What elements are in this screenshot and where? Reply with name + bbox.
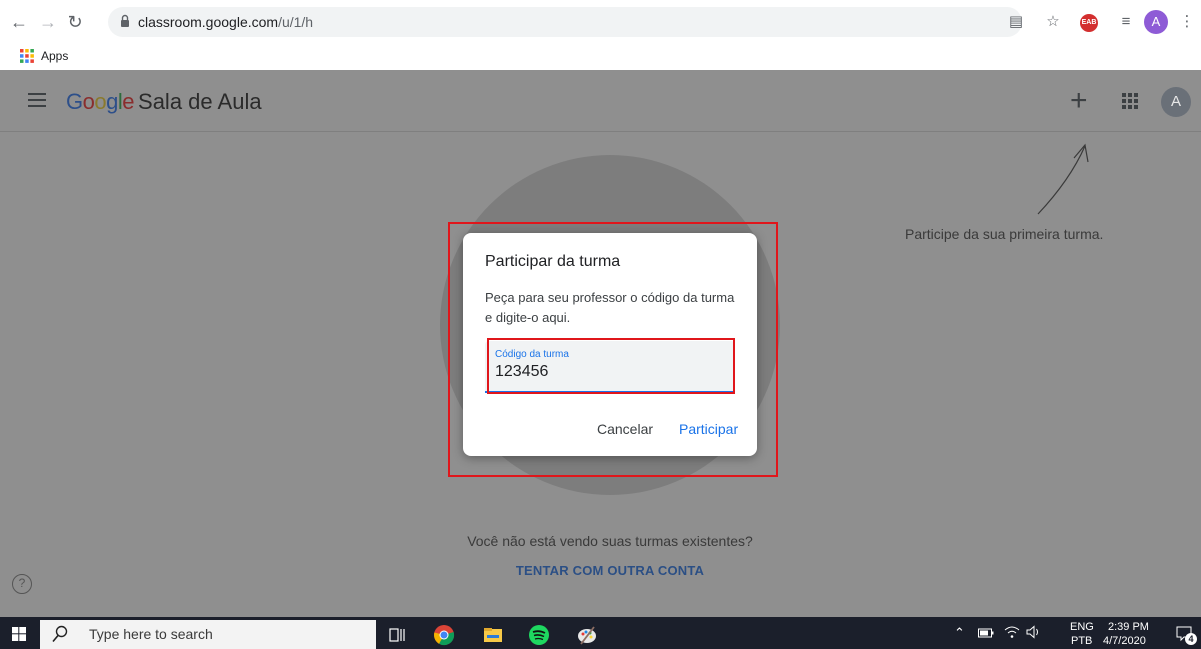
volume-icon[interactable] <box>1026 625 1042 639</box>
url-host: classroom.google.com <box>138 14 279 30</box>
pointer-arrow-icon <box>1037 143 1089 215</box>
url-path: /u/1/h <box>278 14 314 30</box>
keyboard-layout[interactable]: PTB <box>1071 635 1092 648</box>
language-indicator[interactable]: ENG <box>1070 621 1094 634</box>
logo-letter: o <box>82 89 95 114</box>
translate-icon[interactable]: ▤ <box>1005 11 1027 33</box>
menu-icon[interactable] <box>28 93 46 107</box>
address-bar[interactable]: classroom.google.com/u/1/h <box>108 7 1022 37</box>
media-icon[interactable]: ≡ <box>1115 11 1137 33</box>
logo-letter: e <box>122 89 135 114</box>
notification-count-badge: 4 <box>1185 633 1197 645</box>
taskbar-search-placeholder: Type here to search <box>89 626 213 642</box>
browser-toolbar: ← → ↻ classroom.google.com/u/1/h ▤ ☆ EAB… <box>0 0 1201 44</box>
help-icon[interactable]: ? <box>12 574 32 594</box>
join-button[interactable]: Participar <box>679 421 738 437</box>
reload-icon[interactable]: ↻ <box>64 11 86 33</box>
existing-classes-question: Você não está vendo suas turmas existent… <box>467 533 753 549</box>
lock-icon <box>121 14 129 27</box>
bookmarks-bar <box>0 44 1201 70</box>
dialog-description: Peça para seu professor o código da turm… <box>485 290 735 325</box>
switch-account-link[interactable]: TENTAR COM OUTRA CONTA <box>0 563 1201 578</box>
classroom-logo[interactable]: Google Sala de Aula <box>66 88 262 116</box>
wifi-icon[interactable] <box>1004 625 1020 639</box>
product-name: Sala de Aula <box>138 89 262 114</box>
system-tray: ⌃ ENG PTB 2:39 PM 4/7/2020 4 <box>950 617 1201 649</box>
paint-icon[interactable] <box>576 624 598 646</box>
url-text: classroom.google.com/u/1/h <box>138 7 313 37</box>
field-highlight-box <box>487 338 735 394</box>
clock-time[interactable]: 2:39 PM <box>1108 621 1149 634</box>
add-class-icon[interactable]: + <box>1070 86 1088 116</box>
bookmark-star-icon[interactable]: ☆ <box>1042 11 1064 33</box>
more-vert-icon[interactable]: ⋮ <box>1176 11 1198 33</box>
forward-icon[interactable]: → <box>37 11 59 33</box>
search-icon <box>52 625 68 643</box>
task-view-icon[interactable] <box>386 624 408 646</box>
logo-letter: G <box>66 89 83 114</box>
first-class-hint: Participe da sua primeira turma. <box>905 226 1104 242</box>
back-icon[interactable]: ← <box>8 11 30 33</box>
clock-date[interactable]: 4/7/2020 <box>1103 635 1146 648</box>
profile-avatar[interactable]: A <box>1144 10 1168 34</box>
extension-icon[interactable]: EAB <box>1080 14 1098 32</box>
chevron-up-icon[interactable]: ⌃ <box>954 626 965 639</box>
file-explorer-icon[interactable] <box>482 624 504 646</box>
apps-grid-icon[interactable] <box>20 49 34 63</box>
account-avatar[interactable]: A <box>1161 87 1191 117</box>
dialog-title: Participar da turma <box>485 253 621 270</box>
chrome-icon[interactable] <box>433 624 455 646</box>
logo-letter: o <box>94 89 107 114</box>
cancel-button[interactable]: Cancelar <box>597 421 653 437</box>
bookmark-apps[interactable]: Apps <box>41 47 68 65</box>
logo-letter: g <box>106 89 118 114</box>
battery-icon[interactable] <box>978 627 994 639</box>
windows-start-icon[interactable] <box>12 627 26 641</box>
google-apps-icon[interactable] <box>1122 93 1138 109</box>
spotify-icon[interactable] <box>528 624 550 646</box>
